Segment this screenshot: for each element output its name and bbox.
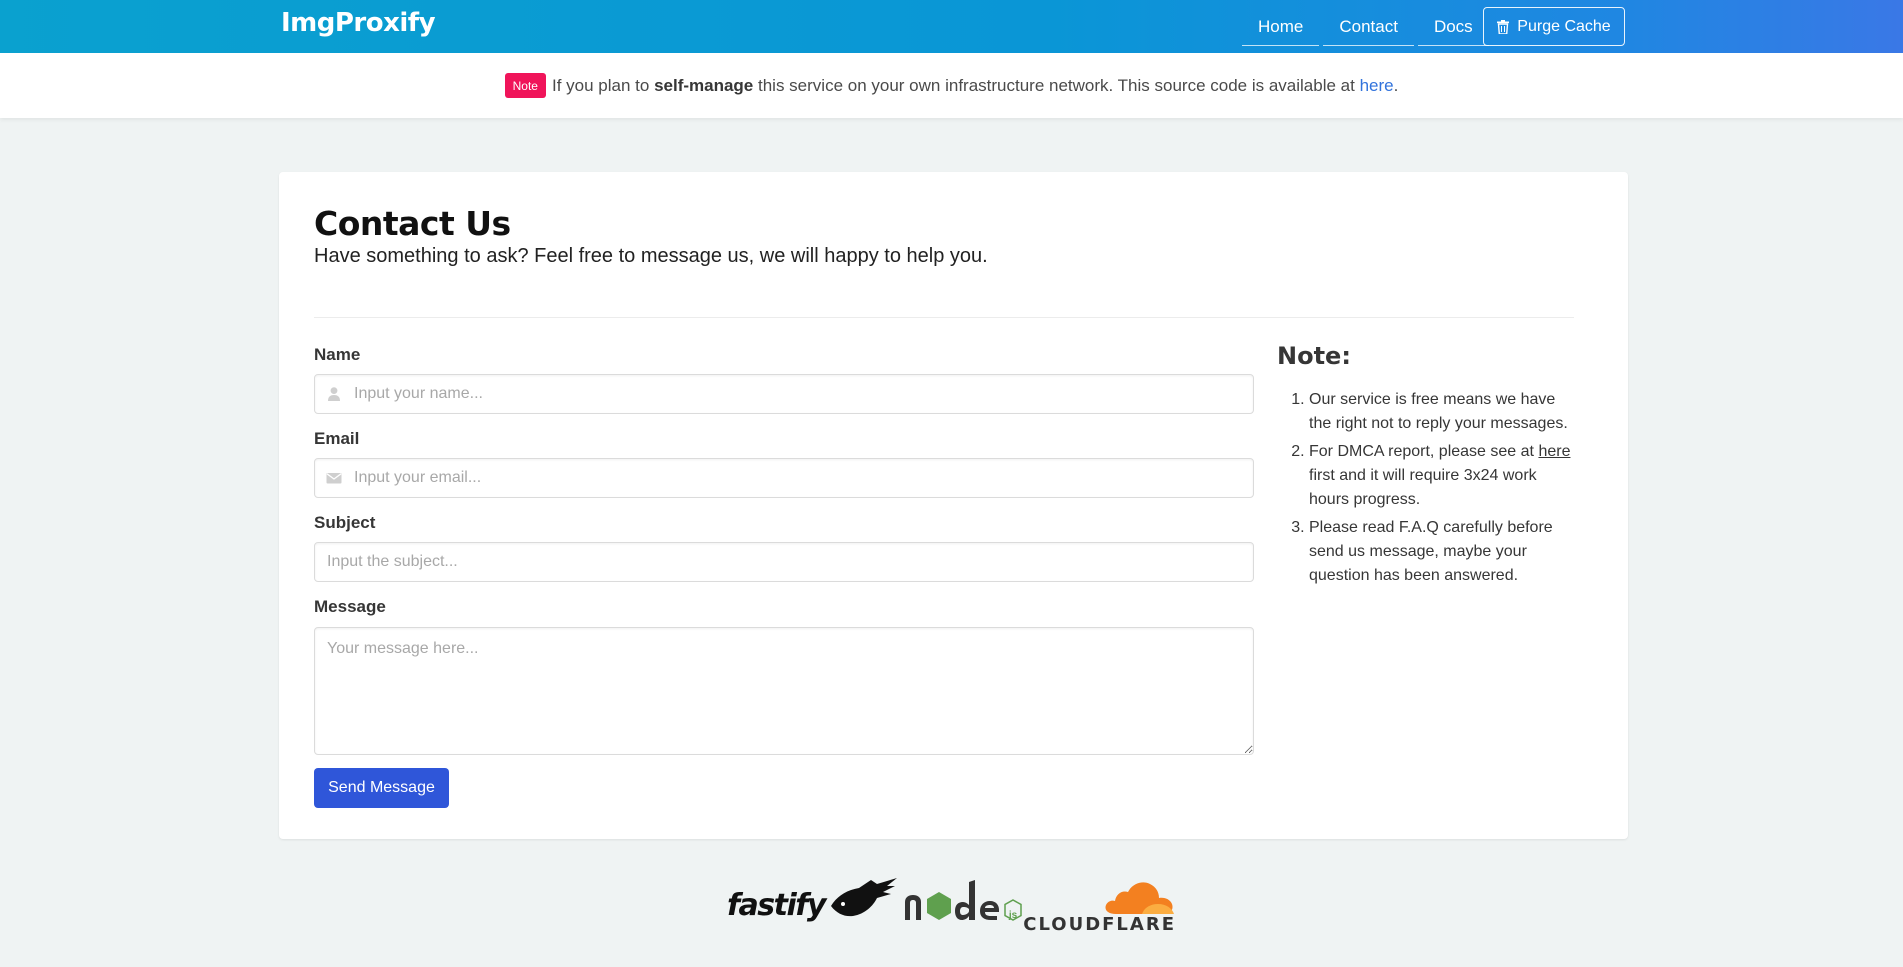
notice-end: . xyxy=(1393,75,1399,95)
dmca-link[interactable]: here xyxy=(1538,443,1570,460)
name-label: Name xyxy=(314,345,361,364)
fastify-logo: fastify xyxy=(727,888,826,923)
nav-link-docs[interactable]: Docs xyxy=(1417,8,1489,46)
name-input[interactable] xyxy=(314,374,1254,414)
top-navbar: ImgProxify Home Contact Docs Purge Cache xyxy=(0,0,1903,53)
email-input[interactable] xyxy=(314,458,1254,498)
note-title: Note: xyxy=(1277,342,1351,370)
notice-text-after: this service on your own infrastructure … xyxy=(758,75,1355,95)
purge-cache-label: Purge Cache xyxy=(1517,17,1611,35)
note-item-3: Please read F.A.Q carefully before send … xyxy=(1309,516,1577,588)
nav-links: Home Contact Docs xyxy=(1242,8,1493,46)
subject-input[interactable] xyxy=(314,542,1254,582)
node-logo xyxy=(903,880,1023,929)
note-item-2-before: For DMCA report, please see at xyxy=(1309,443,1534,460)
notice-bold-text: self-manage xyxy=(654,75,754,95)
page-title: Contact Us xyxy=(314,204,511,243)
note-list: Our service is free means we have the ri… xyxy=(1277,388,1577,592)
message-label: Message xyxy=(314,597,386,616)
subject-label: Subject xyxy=(314,513,376,532)
envelope-icon xyxy=(326,470,342,486)
divider xyxy=(314,317,1574,318)
purge-cache-button[interactable]: Purge Cache xyxy=(1483,7,1625,46)
send-message-button[interactable]: Send Message xyxy=(314,768,449,808)
fastify-cheetah-icon xyxy=(829,876,899,925)
message-textarea[interactable] xyxy=(314,627,1254,755)
brand-logo[interactable]: ImgProxify xyxy=(281,8,436,38)
contact-card: Contact Us Have something to ask? Feel f… xyxy=(279,172,1628,839)
note-item-2-after: first and it will require 3x24 work hour… xyxy=(1309,467,1537,508)
nav-link-home[interactable]: Home xyxy=(1242,8,1320,46)
footer-logos: fastify js node CLOUDFLARE xyxy=(727,878,1181,935)
email-label: Email xyxy=(314,429,360,448)
notice-bar: Note If you plan to self-manage this ser… xyxy=(0,53,1903,118)
cloudflare-wordmark: CLOUDFLARE xyxy=(1023,914,1176,935)
trash-icon xyxy=(1497,19,1510,34)
cloudflare-logo: CLOUDFLARE xyxy=(1023,880,1176,935)
notice-text-before: If you plan to xyxy=(551,75,650,95)
note-tag: Note xyxy=(504,73,546,98)
nav-link-contact[interactable]: Contact xyxy=(1323,8,1414,46)
note-item-1: Our service is free means we have the ri… xyxy=(1309,388,1577,436)
note-item-2: For DMCA report, please see at here firs… xyxy=(1309,440,1577,512)
js-badge: js xyxy=(1008,910,1018,921)
page-subtitle: Have something to ask? Feel free to mess… xyxy=(314,245,988,267)
source-code-link[interactable]: here xyxy=(1360,76,1394,96)
user-icon xyxy=(326,386,342,402)
